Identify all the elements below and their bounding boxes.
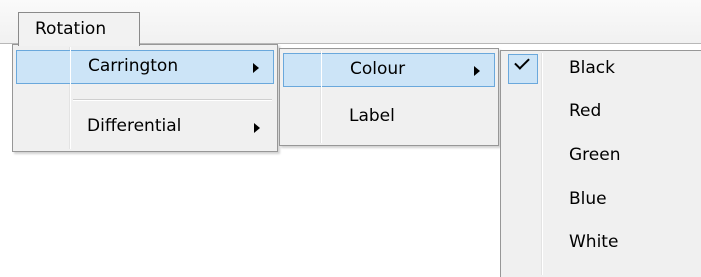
menu-item-blue[interactable]: Blue (504, 184, 698, 218)
menu-item-carrington-label: Carrington (88, 56, 179, 76)
menu-item-red-label: Red (569, 101, 602, 121)
carrington-submenu: Colour Label (279, 48, 499, 146)
menu-item-white[interactable]: White (504, 227, 698, 261)
menu-item-differential[interactable]: Differential (16, 111, 274, 145)
submenu-arrow-icon (474, 66, 480, 76)
menu-item-black-label: Black (569, 58, 615, 78)
menu-item-black[interactable]: Black (504, 53, 698, 87)
menu-item-differential-label: Differential (87, 116, 182, 136)
menu-item-blue-label: Blue (569, 189, 607, 209)
check-icon (508, 54, 538, 84)
menubar-item-rotation-label: Rotation (35, 19, 107, 39)
submenu-arrow-icon (254, 123, 260, 133)
menubar-item-rotation[interactable]: Rotation (18, 12, 140, 46)
menu-item-label[interactable]: Label (283, 101, 495, 135)
menu-item-red[interactable]: Red (504, 96, 698, 130)
colour-submenu: Black Red Green Blue White (500, 50, 701, 277)
menu-item-green[interactable]: Green (504, 140, 698, 174)
menu-item-label-label: Label (349, 106, 395, 126)
rotation-menu: Carrington Differential (12, 44, 278, 152)
menu-separator (73, 99, 272, 101)
menu-item-green-label: Green (569, 145, 621, 165)
menu-item-colour-label: Colour (350, 59, 406, 79)
menu-item-colour[interactable]: Colour (283, 53, 495, 87)
menu-item-carrington[interactable]: Carrington (16, 50, 274, 84)
menu-item-white-label: White (569, 232, 619, 252)
submenu-arrow-icon (253, 63, 259, 73)
